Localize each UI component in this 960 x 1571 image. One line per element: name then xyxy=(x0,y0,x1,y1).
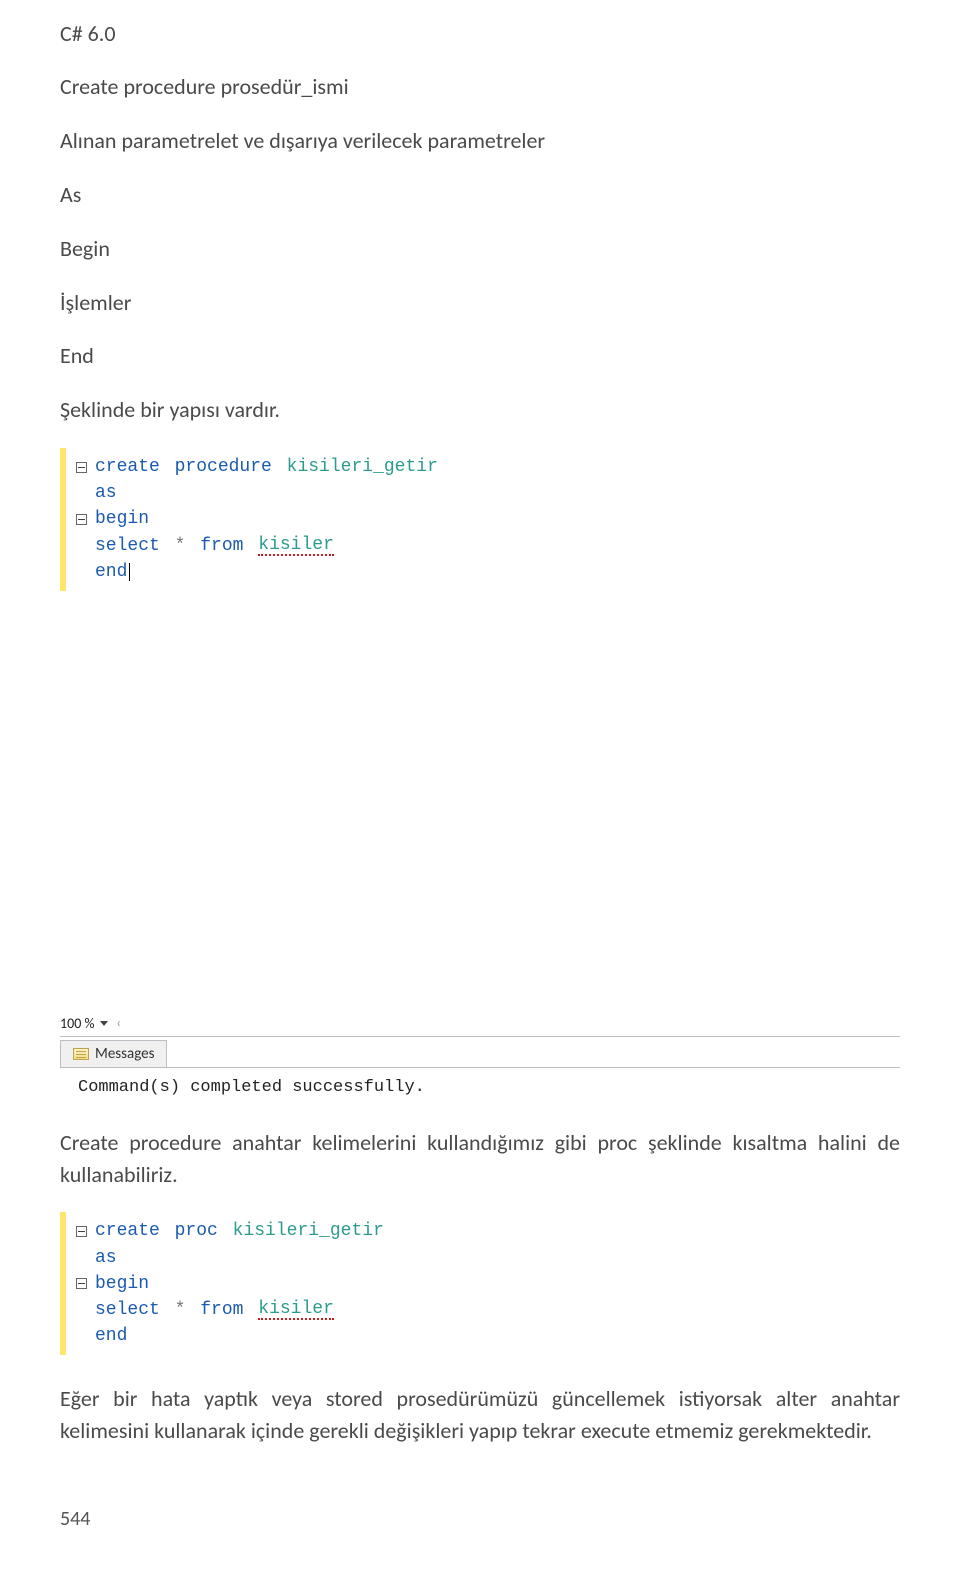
code-keyword: create xyxy=(95,454,160,480)
code-line: begin xyxy=(76,506,480,532)
page-title: C# 6.0 xyxy=(60,20,900,47)
code-line: create proc kisileri_getir xyxy=(76,1218,460,1244)
page-number: 544 xyxy=(60,1507,900,1531)
code-keyword: from xyxy=(200,1297,243,1323)
code-keyword: select xyxy=(95,533,160,559)
intro-line-7: Şeklinde bir yapısı vardır. xyxy=(60,394,900,426)
code-line: end xyxy=(76,559,480,585)
code-block-2: create proc kisileri_getir as begin sele… xyxy=(60,1212,460,1354)
scroll-left-icon[interactable]: ‹ xyxy=(116,1016,120,1031)
messages-icon xyxy=(73,1048,89,1060)
zoom-value: 100 % xyxy=(60,1015,94,1032)
editor-footer: 100 % ‹ Messages Command(s) completed su… xyxy=(60,1011,900,1127)
fold-minus-icon[interactable] xyxy=(76,1226,87,1237)
intro-line-4: Begin xyxy=(60,233,900,265)
code-line: as xyxy=(76,1245,460,1271)
code-keyword: as xyxy=(95,480,117,506)
zoom-dropdown[interactable]: 100 % xyxy=(60,1015,108,1032)
messages-output: Command(s) completed successfully. xyxy=(60,1067,900,1127)
fold-minus-icon[interactable] xyxy=(76,462,87,473)
code-keyword: end xyxy=(95,559,127,585)
mid-paragraph: Create procedure anahtar kelimelerini ku… xyxy=(60,1127,900,1191)
code-identifier-error: kisiler xyxy=(258,536,334,556)
code-identifier: kisileri_getir xyxy=(233,1218,384,1244)
code-keyword: proc xyxy=(175,1218,218,1244)
intro-line-3: As xyxy=(60,179,900,211)
fold-minus-icon[interactable] xyxy=(76,514,87,525)
code-keyword: as xyxy=(95,1245,117,1271)
zoom-bar: 100 % ‹ xyxy=(60,1011,900,1037)
caret-down-icon xyxy=(100,1021,108,1026)
code-keyword: begin xyxy=(95,506,149,532)
code-keyword: from xyxy=(200,533,243,559)
code-keyword: select xyxy=(95,1297,160,1323)
code-keyword: end xyxy=(95,1323,127,1349)
code-keyword: create xyxy=(95,1218,160,1244)
intro-line-2: Alınan parametrelet ve dışarıya verilece… xyxy=(60,125,900,157)
code-identifier-error: kisiler xyxy=(258,1300,334,1320)
code-line: select * from kisiler xyxy=(76,533,480,559)
text-cursor xyxy=(129,563,130,581)
code-line: create procedure kisileri_getir xyxy=(76,454,480,480)
code-operator: * xyxy=(175,1297,186,1323)
code-operator: * xyxy=(175,533,186,559)
intro-line-1: Create procedure prosedür_ismi xyxy=(60,71,900,103)
fold-minus-icon[interactable] xyxy=(76,1278,87,1289)
code-identifier: kisileri_getir xyxy=(287,454,438,480)
messages-tab-label: Messages xyxy=(95,1045,154,1063)
code-block-1: create procedure kisileri_getir as begin… xyxy=(60,448,480,590)
code-line: select * from kisiler xyxy=(76,1297,460,1323)
messages-tab-row: Messages xyxy=(60,1037,900,1067)
code-line: end xyxy=(76,1323,460,1349)
intro-line-5: İşlemler xyxy=(60,287,900,319)
code-keyword: procedure xyxy=(175,454,272,480)
code-line: as xyxy=(76,480,480,506)
code-line: begin xyxy=(76,1271,460,1297)
end-paragraph: Eğer bir hata yaptık veya stored prosedü… xyxy=(60,1383,900,1447)
intro-line-6: End xyxy=(60,340,900,372)
code-keyword: begin xyxy=(95,1271,149,1297)
messages-tab[interactable]: Messages xyxy=(60,1040,167,1067)
